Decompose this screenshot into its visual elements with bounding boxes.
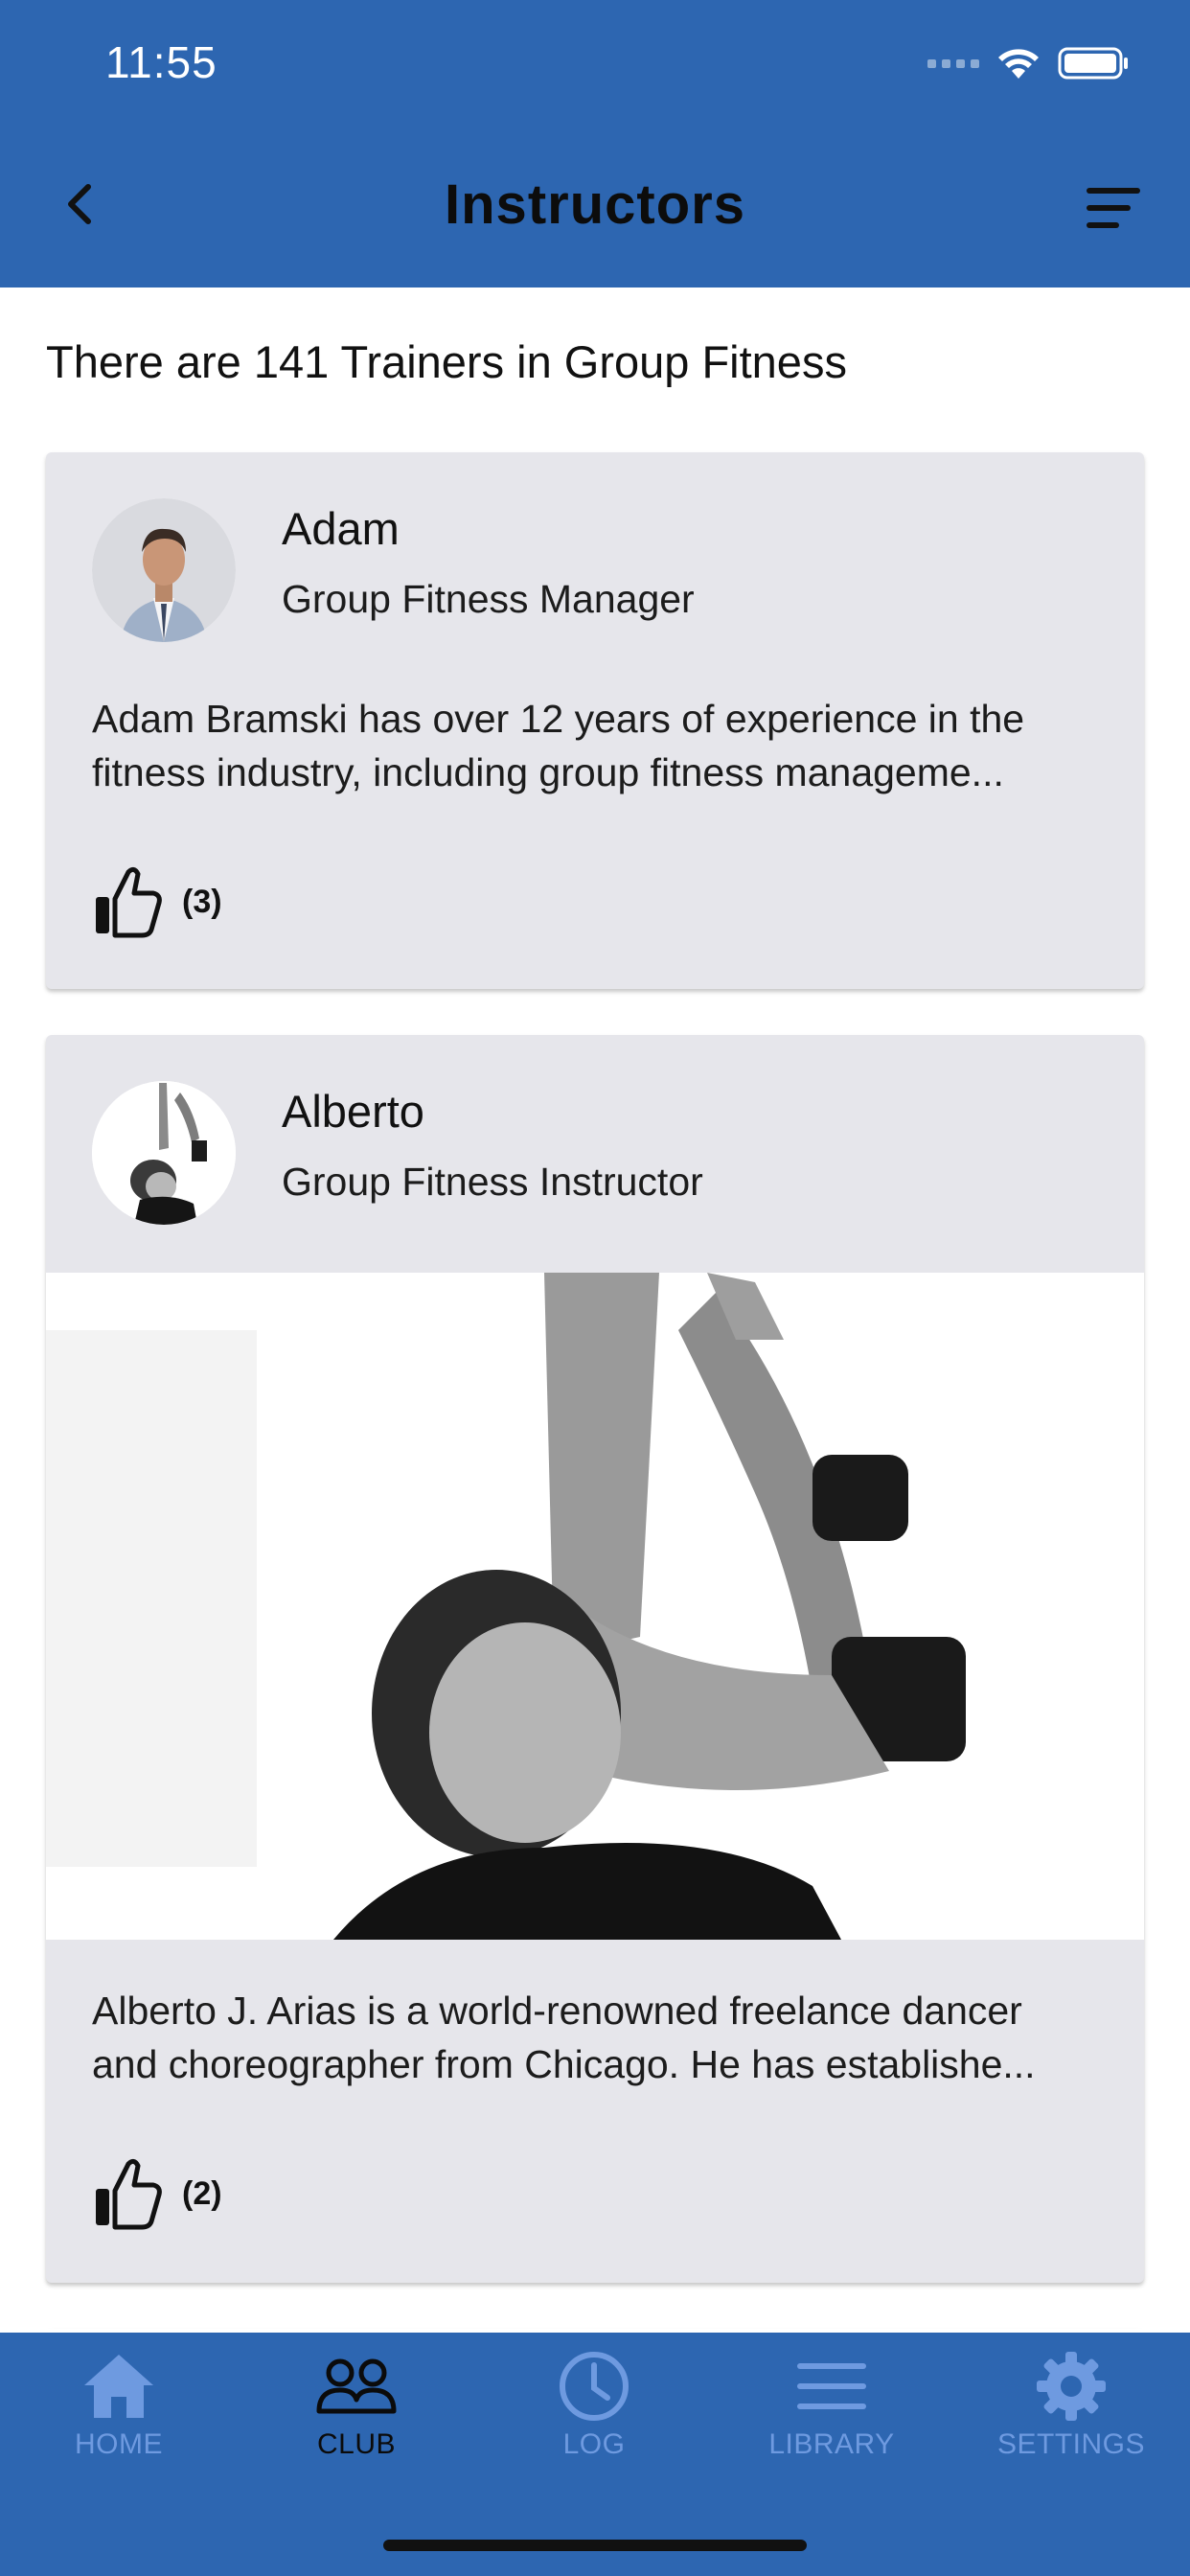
tab-home[interactable]: HOME bbox=[0, 2333, 238, 2476]
tab-label: SETTINGS bbox=[996, 2428, 1145, 2460]
instructor-role: Group Fitness Manager bbox=[282, 577, 695, 621]
instructor-list[interactable]: There are 141 Trainers in Group Fitness … bbox=[0, 288, 1190, 2329]
instructor-name: Adam bbox=[282, 503, 400, 554]
instructor-bio: Alberto J. Arias is a world-renowned fre… bbox=[92, 1984, 1108, 2091]
gear-icon bbox=[1035, 2348, 1108, 2425]
tab-label: HOME bbox=[75, 2428, 163, 2460]
instructor-bio: Adam Bramski has over 12 years of experi… bbox=[92, 692, 1108, 799]
bio-line: Alberto J. Arias is a world-renowned fre… bbox=[92, 1989, 1022, 2033]
clock-icon bbox=[558, 2348, 630, 2425]
bio-line: and choreographer from Chicago. He has e… bbox=[92, 2042, 1036, 2086]
avatar bbox=[92, 498, 236, 642]
tab-log[interactable]: LOG bbox=[475, 2333, 713, 2476]
bio-line: Adam Bramski has over 12 years of experi… bbox=[92, 697, 1025, 741]
status-icons bbox=[927, 46, 1131, 80]
tab-label: LOG bbox=[562, 2428, 626, 2460]
like-button[interactable]: (3) bbox=[92, 864, 222, 939]
header: 11:55 Instructors bbox=[0, 0, 1190, 288]
tab-settings[interactable]: SETTINGS bbox=[952, 2333, 1190, 2476]
thumbs-up-icon bbox=[96, 2158, 162, 2230]
instructor-photo bbox=[46, 1273, 1144, 1940]
tab-label: LIBRARY bbox=[768, 2428, 895, 2460]
tab-club[interactable]: CLUB bbox=[238, 2333, 475, 2476]
like-button[interactable]: (2) bbox=[92, 2156, 222, 2231]
avatar bbox=[92, 1081, 236, 1225]
instructor-card[interactable]: Adam Group Fitness Manager Adam Bramski … bbox=[46, 452, 1144, 989]
like-count: (2) bbox=[182, 2174, 222, 2212]
menu-lines-icon bbox=[795, 2348, 868, 2425]
instructor-card[interactable]: Alberto Group Fitness Instructor Alberto… bbox=[46, 1035, 1144, 2283]
instructor-role: Group Fitness Instructor bbox=[282, 1160, 703, 1204]
people-icon bbox=[315, 2348, 398, 2425]
page-title: Instructors bbox=[445, 173, 745, 236]
status-time: 11:55 bbox=[105, 37, 217, 87]
like-count: (3) bbox=[182, 883, 222, 920]
battery-icon bbox=[1058, 47, 1128, 80]
cellular-signal-icon bbox=[927, 58, 979, 68]
thumbs-up-icon bbox=[96, 866, 162, 938]
instructor-name: Alberto bbox=[282, 1086, 424, 1137]
trainer-count-summary: There are 141 Trainers in Group Fitness bbox=[46, 336, 847, 387]
tab-bar: HOME CLUB LOG LIBRARY SETTINGS bbox=[0, 2333, 1190, 2576]
sort-button[interactable] bbox=[1087, 186, 1144, 230]
wifi-icon bbox=[998, 49, 1039, 79]
home-icon bbox=[82, 2348, 155, 2425]
tab-library[interactable]: LIBRARY bbox=[713, 2333, 950, 2476]
home-indicator bbox=[383, 2540, 807, 2551]
tab-label: CLUB bbox=[316, 2428, 397, 2460]
bio-line: fitness industry, including group fitnes… bbox=[92, 750, 1004, 794]
